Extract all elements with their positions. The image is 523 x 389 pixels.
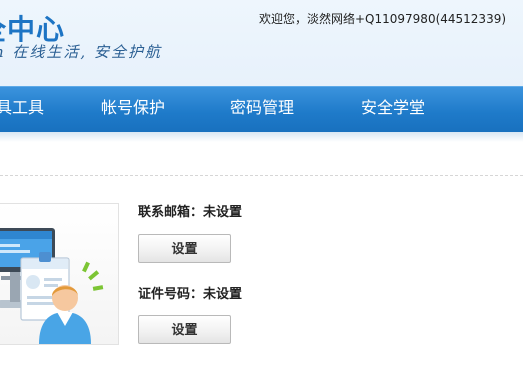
header: 全中心 n 在线生活, 安全护航 欢迎您，淡然网络+Q11097980(4451… xyxy=(0,0,523,86)
nav-item-tools[interactable]: 具工具 xyxy=(0,87,44,133)
page: 全中心 n 在线生活, 安全护航 欢迎您，淡然网络+Q11097980(4451… xyxy=(0,0,523,389)
nav-shadow xyxy=(0,132,523,142)
user-profile-illustration-icon xyxy=(0,228,104,344)
dashed-divider xyxy=(0,175,523,176)
welcome-message: 欢迎您，淡然网络+Q11097980(44512339) 退 xyxy=(259,10,523,27)
nav-item-account-protection[interactable]: 帐号保护 xyxy=(101,87,165,133)
id-number-set-button[interactable]: 设置 xyxy=(138,315,231,344)
nav-item-security-school[interactable]: 安全学堂 xyxy=(361,87,425,133)
id-number-status-label: 证件号码：未设置 xyxy=(138,287,243,302)
main-nav: 具工具 帐号保护 密码管理 安全学堂 xyxy=(0,86,523,133)
email-status-label: 联系邮箱：未设置 xyxy=(138,205,243,220)
welcome-text: 欢迎您，淡然网络+Q11097980(44512339) xyxy=(259,12,507,26)
email-set-button[interactable]: 设置 xyxy=(138,234,231,263)
nav-item-password-management[interactable]: 密码管理 xyxy=(230,87,294,133)
profile-illustration xyxy=(0,203,119,345)
brand-slogan: n 在线生活, 安全护航 xyxy=(0,43,162,61)
